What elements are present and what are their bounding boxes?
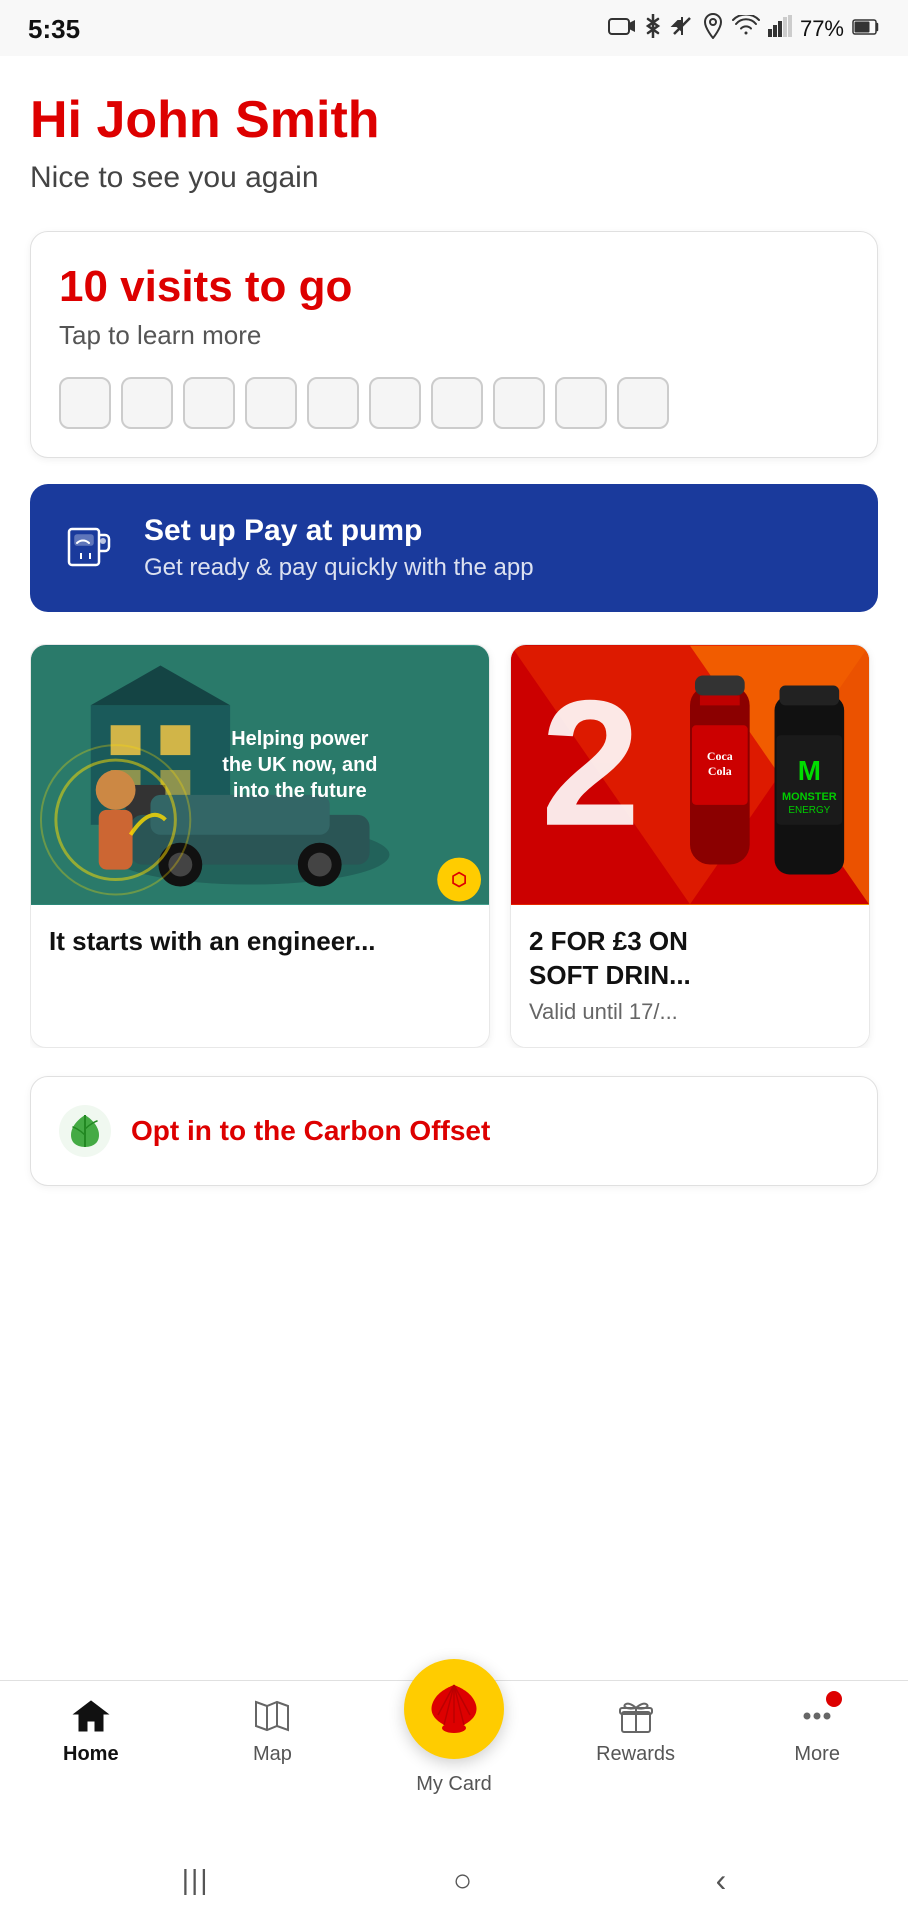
nav-mycard[interactable]: My Card <box>363 1659 545 1796</box>
nav-more[interactable]: More <box>726 1695 908 1766</box>
android-recents[interactable]: ||| <box>182 1864 210 1896</box>
svg-text:Cola: Cola <box>708 764 732 778</box>
map-icon <box>251 1695 293 1737</box>
bluetooth-icon <box>644 13 662 45</box>
drinks-card-image: 2 Coca Cola M <box>511 645 869 905</box>
pump-text-block: Set up Pay at pump Get ready & pay quick… <box>144 514 534 582</box>
svg-text:ENERGY: ENERGY <box>788 805 830 816</box>
status-time: 5:35 <box>28 14 80 45</box>
svg-text:Helping power: Helping power <box>231 728 368 750</box>
visit-dot <box>617 377 669 429</box>
battery-level: 77% <box>800 16 844 42</box>
android-back[interactable]: ‹ <box>716 1862 727 1899</box>
android-home[interactable]: ○ <box>453 1862 472 1899</box>
svg-text:M: M <box>798 755 821 786</box>
promo-cards-row: Helping power the UK now, and into the f… <box>30 644 878 1048</box>
nav-more-label: More <box>794 1743 840 1766</box>
visits-dots <box>59 377 849 429</box>
visit-dot <box>59 377 111 429</box>
svg-text:Coca: Coca <box>707 749 733 763</box>
visits-subtitle: Tap to learn more <box>59 320 849 351</box>
visit-dot <box>431 377 483 429</box>
svg-text:the UK now, and: the UK now, and <box>222 754 377 776</box>
pump-subtitle: Get ready & pay quickly with the app <box>144 554 534 582</box>
ev-card-image: Helping power the UK now, and into the f… <box>31 645 489 905</box>
shell-circle-button[interactable] <box>404 1659 504 1759</box>
greeting-subtitle: Nice to see you again <box>30 161 878 195</box>
leaf-icon <box>59 1105 111 1157</box>
pump-icon <box>58 516 122 580</box>
visits-card[interactable]: 10 visits to go Tap to learn more <box>30 231 878 458</box>
mute-icon <box>670 14 694 44</box>
visits-title: 10 visits to go <box>59 262 849 312</box>
ev-card-body: It starts with an engineer... <box>31 905 489 987</box>
status-icons: 77% <box>608 13 880 45</box>
nav-rewards-label: Rewards <box>596 1743 675 1766</box>
visit-dot <box>307 377 359 429</box>
android-nav-bar: ||| ○ ‹ <box>0 1840 908 1920</box>
main-content: Hi John Smith Nice to see you again 10 v… <box>0 56 908 1346</box>
nav-home[interactable]: Home <box>0 1695 182 1766</box>
visit-dot <box>121 377 173 429</box>
opt-in-card[interactable]: Opt in to the Carbon Offset <box>30 1076 878 1186</box>
pump-title: Set up Pay at pump <box>144 514 534 548</box>
promo-card-ev[interactable]: Helping power the UK now, and into the f… <box>30 644 490 1048</box>
visit-dot <box>493 377 545 429</box>
location-icon <box>702 13 724 45</box>
more-notification-dot <box>826 1691 842 1707</box>
svg-text:⬡: ⬡ <box>451 870 467 890</box>
gift-icon <box>615 1695 657 1737</box>
nav-rewards[interactable]: Rewards <box>545 1695 727 1766</box>
camera-icon <box>608 15 636 43</box>
ev-card-title: It starts with an engineer... <box>49 925 471 959</box>
opt-in-text: Opt in to the Carbon Offset <box>131 1113 490 1149</box>
visit-dot <box>245 377 297 429</box>
nav-home-label: Home <box>63 1743 119 1766</box>
more-icon <box>796 1695 838 1737</box>
visit-dot <box>183 377 235 429</box>
drinks-card-valid: Valid until 17/... <box>529 999 851 1025</box>
pay-pump-banner[interactable]: Set up Pay at pump Get ready & pay quick… <box>30 484 878 612</box>
drinks-card-body: 2 FOR £3 ONSOFT DRIN... Valid until 17/.… <box>511 905 869 1047</box>
battery-icon <box>852 16 880 42</box>
nav-map-label: Map <box>253 1743 292 1766</box>
status-bar: 5:35 <box>0 0 908 56</box>
greeting-section: Hi John Smith Nice to see you again <box>30 92 878 195</box>
visit-dot <box>555 377 607 429</box>
greeting-name: Hi John Smith <box>30 92 878 149</box>
home-icon <box>70 1695 112 1737</box>
svg-text:into the future: into the future <box>233 780 367 802</box>
signal-icon <box>768 15 792 43</box>
drinks-card-title: 2 FOR £3 ONSOFT DRIN... <box>529 925 851 993</box>
svg-text:2: 2 <box>541 663 641 863</box>
nav-map[interactable]: Map <box>182 1695 364 1766</box>
bottom-nav: Home Map <box>0 1680 908 1840</box>
opt-in-label: Opt in to the Carbon Offset <box>131 1115 490 1146</box>
visit-dot <box>369 377 421 429</box>
svg-text:MONSTER: MONSTER <box>782 791 837 803</box>
nav-mycard-label: My Card <box>416 1773 492 1796</box>
promo-card-drinks[interactable]: 2 Coca Cola M <box>510 644 870 1048</box>
wifi-icon <box>732 15 760 43</box>
